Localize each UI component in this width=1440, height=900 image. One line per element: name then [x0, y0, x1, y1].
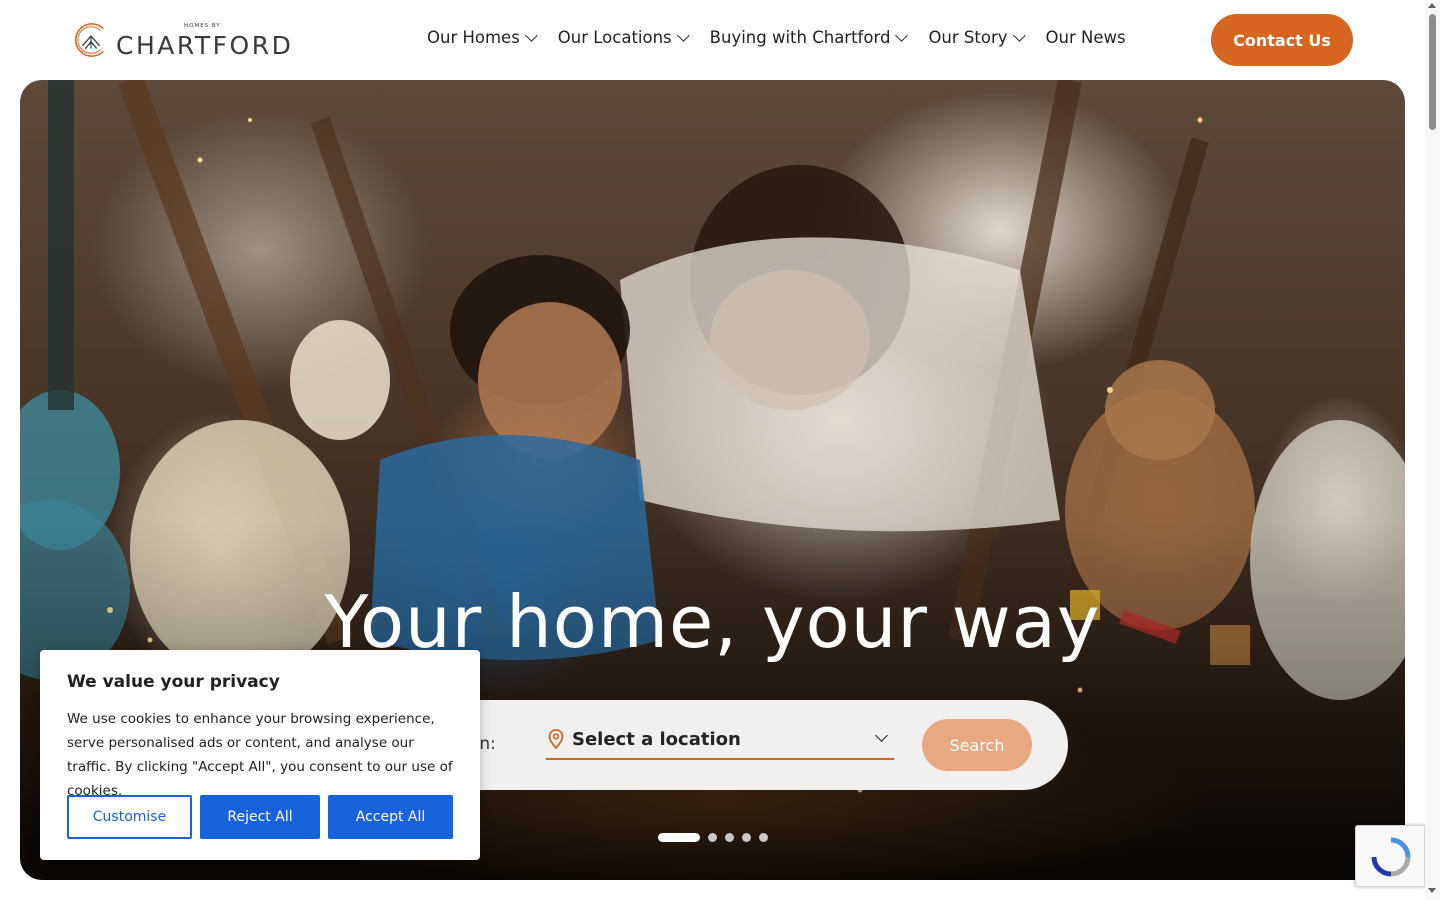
scroll-down-arrow-icon[interactable] — [1428, 888, 1436, 893]
nav-label: Buying with Chartford — [709, 28, 891, 47]
carousel-dot[interactable] — [725, 833, 734, 842]
carousel-dot[interactable] — [742, 833, 751, 842]
nav-our-news[interactable]: Our News — [1046, 28, 1126, 47]
location-select-value: Select a location — [572, 728, 741, 750]
logo-mark-icon — [75, 23, 104, 57]
chevron-down-icon — [524, 28, 538, 42]
cookie-description: We use cookies to enhance your browsing … — [67, 711, 453, 799]
nav-label: Our Story — [928, 28, 1008, 47]
contact-us-button[interactable]: Contact Us — [1211, 14, 1353, 66]
nav-label: Our News — [1045, 28, 1126, 47]
recaptcha-icon — [1371, 837, 1411, 877]
cookie-reject-all-button[interactable]: Reject All — [200, 795, 320, 839]
carousel-pagination — [658, 833, 776, 842]
cookie-consent-banner: We value your privacy We use cookies to … — [40, 650, 480, 860]
chartford-logo[interactable]: HOMES BY CHARTFORD — [72, 18, 294, 62]
cookie-title: We value your privacy — [67, 672, 280, 692]
nav-our-story[interactable]: Our Story — [928, 28, 1026, 47]
carousel-dot[interactable] — [759, 833, 768, 842]
nav-label: Our Locations — [557, 28, 672, 47]
carousel-dot-active[interactable] — [658, 833, 700, 842]
chevron-down-icon — [1012, 28, 1026, 42]
page-scrollbar[interactable] — [1425, 0, 1440, 900]
logo-wordmark: CHARTFORD — [116, 31, 294, 60]
nav-buying-with-chartford[interactable]: Buying with Chartford — [709, 28, 909, 47]
recaptcha-badge[interactable] — [1355, 825, 1425, 887]
nav-label: Our Homes — [427, 28, 520, 47]
site-header: HOMES BY CHARTFORD Our Homes Our Locatio… — [0, 0, 1440, 80]
scroll-thumb[interactable] — [1429, 14, 1436, 130]
nav-our-homes[interactable]: Our Homes — [427, 28, 538, 47]
main-nav: Our Homes Our Locations Buying with Char… — [427, 28, 1148, 47]
location-search-bar: ne in: Select a location Search — [420, 700, 1068, 790]
chevron-down-icon — [875, 729, 888, 742]
map-pin-icon — [548, 729, 564, 749]
search-button[interactable]: Search — [922, 719, 1032, 771]
carousel-dot[interactable] — [708, 833, 717, 842]
cookie-customise-button[interactable]: Customise — [67, 795, 192, 839]
chevron-down-icon — [895, 28, 909, 42]
logo-tagline: HOMES BY — [184, 23, 221, 29]
location-select[interactable]: Select a location — [546, 720, 894, 760]
cookie-accept-all-button[interactable]: Accept All — [328, 795, 453, 839]
nav-our-locations[interactable]: Our Locations — [557, 28, 690, 47]
chevron-down-icon — [676, 28, 690, 42]
scroll-up-arrow-icon[interactable] — [1428, 3, 1436, 8]
